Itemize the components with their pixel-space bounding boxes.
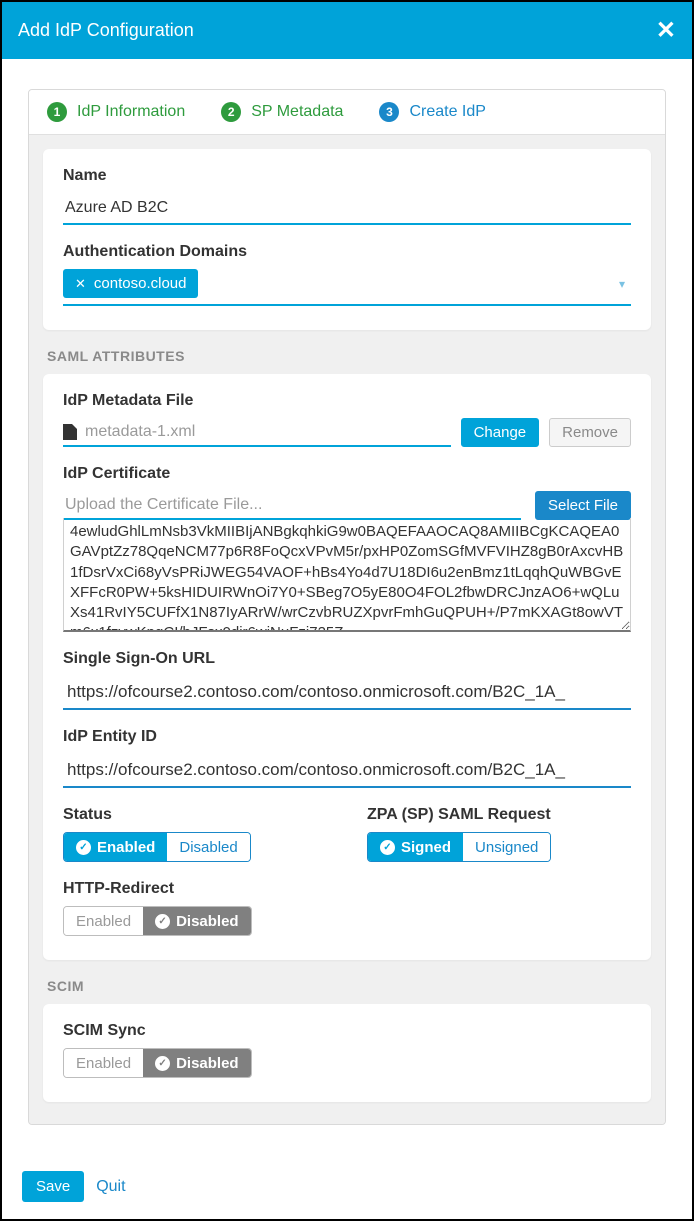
- entity-id-field: IdP Entity ID: [63, 728, 631, 788]
- step-idp-information[interactable]: 1 IdP Information: [29, 90, 203, 134]
- dialog-body: 1 IdP Information 2 SP Metadata 3 Create…: [2, 59, 692, 1159]
- dialog-footer: Save Quit: [2, 1159, 692, 1214]
- entity-id-label: IdP Entity ID: [63, 728, 631, 746]
- sso-url-input[interactable]: [63, 676, 631, 710]
- saml-request-field: ZPA (SP) SAML Request ✓ Signed Unsigned: [367, 806, 631, 862]
- check-icon: ✓: [155, 1056, 170, 1071]
- status-enabled-option[interactable]: ✓ Enabled: [64, 833, 167, 861]
- scim-sync-enabled-option[interactable]: Enabled: [64, 1049, 143, 1077]
- http-redirect-enabled-option[interactable]: Enabled: [64, 907, 143, 935]
- status-field: Status ✓ Enabled Disabled: [63, 806, 327, 862]
- step-label: Create IdP: [409, 103, 485, 121]
- dialog-titlebar: Add IdP Configuration ✕: [2, 2, 692, 59]
- scim-sync-disabled-option[interactable]: ✓ Disabled: [143, 1049, 251, 1077]
- saml-signed-option[interactable]: ✓ Signed: [368, 833, 463, 861]
- scim-sync-toggle[interactable]: Enabled ✓ Disabled: [63, 1048, 252, 1078]
- check-icon: ✓: [380, 840, 395, 855]
- step-bar: 1 IdP Information 2 SP Metadata 3 Create…: [29, 90, 665, 135]
- metadata-filename: metadata-1.xml: [85, 423, 195, 441]
- auth-domains-field: Authentication Domains ✕ contoso.cloud ▾: [63, 243, 631, 306]
- scim-sync-field: SCIM Sync Enabled ✓ Disabled: [63, 1022, 631, 1078]
- status-disabled-option[interactable]: Disabled: [167, 833, 249, 861]
- saml-request-label: ZPA (SP) SAML Request: [367, 806, 631, 824]
- step-sp-metadata[interactable]: 2 SP Metadata: [203, 90, 361, 134]
- saml-request-toggle[interactable]: ✓ Signed Unsigned: [367, 832, 551, 862]
- scim-heading: SCIM: [43, 968, 651, 1004]
- name-field: Name: [63, 167, 631, 225]
- status-toggle[interactable]: ✓ Enabled Disabled: [63, 832, 251, 862]
- change-file-button[interactable]: Change: [461, 418, 540, 447]
- domain-tag-label: contoso.cloud: [94, 275, 187, 292]
- remove-file-button[interactable]: Remove: [549, 418, 631, 447]
- entity-id-input[interactable]: [63, 754, 631, 788]
- idp-certificate-field: IdP Certificate Upload the Certificate F…: [63, 465, 631, 632]
- auth-domains-label: Authentication Domains: [63, 243, 631, 261]
- wizard-container: 1 IdP Information 2 SP Metadata 3 Create…: [28, 89, 666, 1125]
- metadata-file-label: IdP Metadata File: [63, 392, 631, 410]
- scim-sync-label: SCIM Sync: [63, 1022, 631, 1040]
- quit-link[interactable]: Quit: [96, 1178, 125, 1196]
- basic-info-card: Name Authentication Domains ✕ contoso.cl…: [43, 149, 651, 330]
- step-label: SP Metadata: [251, 103, 343, 121]
- step-create-idp[interactable]: 3 Create IdP: [361, 90, 503, 134]
- file-icon: [63, 424, 77, 440]
- step-label: IdP Information: [77, 103, 185, 121]
- metadata-file-display: metadata-1.xml: [63, 423, 451, 447]
- dialog-title: Add IdP Configuration: [18, 20, 194, 41]
- domain-tag[interactable]: ✕ contoso.cloud: [63, 269, 198, 298]
- wizard-content: Name Authentication Domains ✕ contoso.cl…: [29, 135, 665, 1124]
- step-number-icon: 3: [379, 102, 399, 122]
- scim-card: SCIM Sync Enabled ✓ Disabled: [43, 1004, 651, 1102]
- step-number-icon: 2: [221, 102, 241, 122]
- save-button[interactable]: Save: [22, 1171, 84, 1202]
- status-label: Status: [63, 806, 327, 824]
- cert-content-textarea[interactable]: 4ewludGhlLmNsb3VkMIIBIjANBgkqhkiG9w0BAQE…: [63, 518, 631, 632]
- saml-attributes-card: IdP Metadata File metadata-1.xml Change …: [43, 374, 651, 960]
- http-redirect-toggle[interactable]: Enabled ✓ Disabled: [63, 906, 252, 936]
- check-icon: ✓: [76, 840, 91, 855]
- saml-attributes-heading: SAML ATTRIBUTES: [43, 338, 651, 374]
- http-redirect-disabled-option[interactable]: ✓ Disabled: [143, 907, 251, 935]
- name-input[interactable]: [63, 193, 631, 225]
- select-file-button[interactable]: Select File: [535, 491, 631, 520]
- remove-tag-icon[interactable]: ✕: [75, 276, 86, 292]
- http-redirect-label: HTTP-Redirect: [63, 880, 631, 898]
- auth-domains-select[interactable]: ✕ contoso.cloud ▾: [63, 269, 631, 306]
- metadata-file-field: IdP Metadata File metadata-1.xml Change …: [63, 392, 631, 447]
- chevron-down-icon[interactable]: ▾: [619, 277, 625, 291]
- idp-certificate-label: IdP Certificate: [63, 465, 631, 483]
- cert-upload-placeholder[interactable]: Upload the Certificate File...: [63, 492, 521, 520]
- http-redirect-field: HTTP-Redirect Enabled ✓ Disabled: [63, 880, 631, 936]
- name-label: Name: [63, 167, 631, 185]
- sso-url-label: Single Sign-On URL: [63, 650, 631, 668]
- check-icon: ✓: [155, 914, 170, 929]
- step-number-icon: 1: [47, 102, 67, 122]
- sso-url-field: Single Sign-On URL: [63, 650, 631, 710]
- saml-unsigned-option[interactable]: Unsigned: [463, 833, 550, 861]
- close-icon[interactable]: ✕: [656, 16, 676, 45]
- status-saml-row: Status ✓ Enabled Disabled ZPA (SP) SAML …: [63, 806, 631, 880]
